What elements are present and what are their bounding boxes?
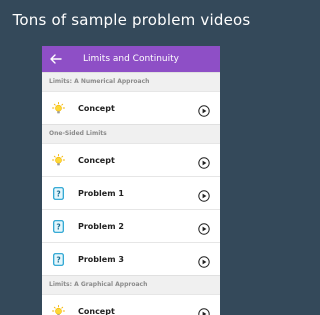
play-icon[interactable] [198,154,210,169]
play-icon[interactable] [198,187,210,202]
svg-text:?: ? [56,222,60,231]
phone-screen: Limits and Continuity Limits: A Numerica… [42,46,220,315]
svg-text:?: ? [56,189,60,198]
lightbulb-icon [52,304,65,315]
play-icon[interactable] [198,305,210,315]
lesson-list: Limits: A Numerical Approach Concept One-S… [42,72,220,315]
lesson-label: Concept [78,103,115,113]
section-header: Limits: A Numerical Approach [42,72,220,91]
lesson-row[interactable]: Concept [42,91,220,124]
lesson-label: Concept [78,306,115,315]
svg-text:?: ? [56,255,60,264]
question-card-icon: ? [52,186,65,200]
lesson-row[interactable]: ? Problem 1 [42,176,220,209]
lesson-row[interactable]: Concept [42,294,220,315]
play-icon[interactable] [198,102,210,117]
lesson-label: Problem 3 [78,254,124,264]
play-icon[interactable] [198,253,210,268]
play-icon[interactable] [198,220,210,235]
lesson-row[interactable]: ? Problem 3 [42,242,220,275]
section-header: Limits: A Graphical Approach [42,275,220,294]
question-card-icon: ? [52,219,65,233]
lesson-label: Problem 1 [78,188,124,198]
lesson-row[interactable]: Concept [42,143,220,176]
lightbulb-icon [52,101,65,115]
lesson-row[interactable]: ? Problem 2 [42,209,220,242]
app-bar: Limits and Continuity [42,46,220,72]
lesson-label: Concept [78,155,115,165]
arrow-left-icon [50,54,62,64]
lightbulb-icon [52,153,65,167]
section-header: One-Sided Limits [42,124,220,143]
question-card-icon: ? [52,252,65,266]
promo-tagline: Tons of sample problem videos [12,11,251,29]
lesson-label: Problem 2 [78,221,124,231]
back-button[interactable] [42,46,70,72]
